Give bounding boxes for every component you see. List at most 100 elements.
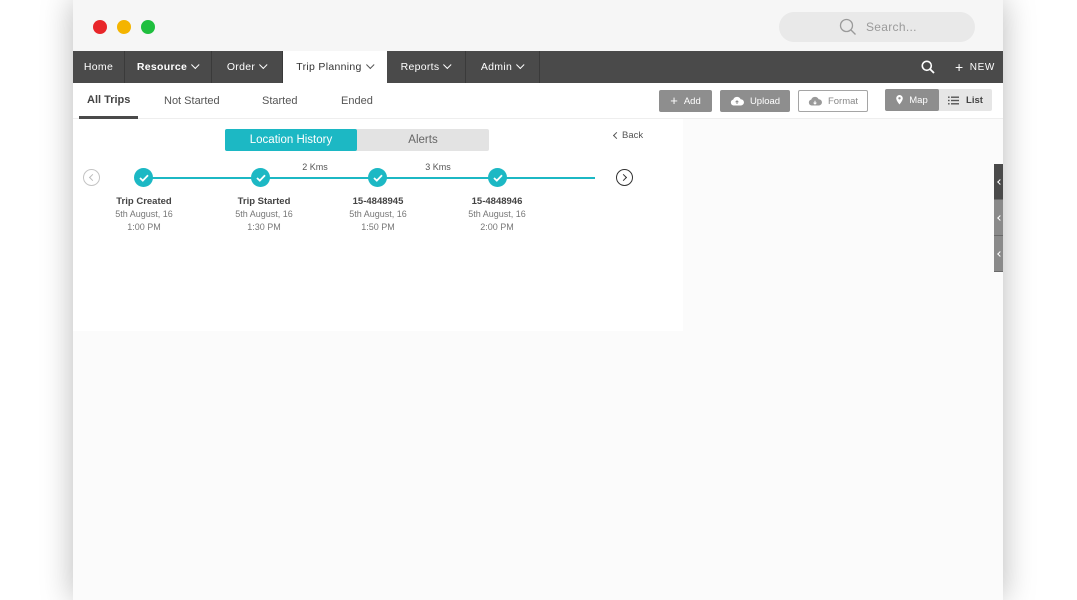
stop-date: 5th August, 16 (468, 209, 526, 219)
upload-button[interactable]: Upload (720, 90, 790, 112)
chevron-left-icon (612, 131, 621, 140)
map-view-button[interactable]: Map (885, 89, 939, 111)
nav-admin-label: Admin (480, 61, 513, 73)
nav-order[interactable]: Order (212, 51, 283, 83)
tab-not-started[interactable]: Not Started (164, 83, 220, 119)
timeline-node[interactable] (251, 168, 270, 187)
plus-icon: + (955, 59, 964, 75)
new-button-label: NEW (969, 61, 995, 73)
chevron-down-icon (443, 60, 452, 70)
nav-search-button[interactable] (921, 60, 935, 79)
timeline-node[interactable] (368, 168, 387, 187)
trip-detail-panel: Location History Alerts Back 2 Kms 3 Kms… (73, 119, 683, 331)
timeline-stop: Trip Started 5th August, 16 1:30 PM (209, 196, 319, 234)
stop-date: 5th August, 16 (235, 209, 293, 219)
global-search-input[interactable]: Search... (779, 12, 975, 42)
segment-distance: 2 Kms (302, 162, 328, 172)
timeline-prev-button[interactable] (83, 169, 100, 186)
check-icon (138, 174, 149, 182)
back-label: Back (622, 130, 644, 141)
check-icon (492, 174, 503, 182)
cloud-upload-icon (730, 96, 744, 106)
map-view-label: Map (909, 94, 928, 106)
stop-time: 1:30 PM (247, 222, 281, 232)
stop-title: 15-4848946 (471, 196, 523, 207)
add-button[interactable]: + Add (659, 90, 712, 112)
panel-segment-control: Location History Alerts (225, 129, 489, 151)
maximize-window-button[interactable] (141, 20, 155, 34)
tab-label: Not Started (164, 95, 220, 107)
stop-title: 15-4848945 (352, 196, 404, 207)
stop-time: 1:50 PM (361, 222, 395, 232)
chevron-left-icon (996, 250, 1003, 257)
app-window: Search... Home Resource Order Trip Plann… (73, 0, 1003, 600)
timeline-stop: Trip Created 5th August, 16 1:00 PM (89, 196, 199, 234)
timeline-stop: 15-4848945 5th August, 16 1:50 PM (323, 196, 433, 234)
main-content: Location History Alerts Back 2 Kms 3 Kms… (73, 119, 1003, 600)
list-view-button[interactable]: List (939, 89, 992, 111)
nav-resource-label: Resource (136, 61, 188, 73)
search-placeholder: Search... (866, 20, 917, 34)
list-icon (948, 96, 960, 105)
check-icon (255, 174, 266, 182)
chevron-down-icon (191, 60, 200, 70)
format-button[interactable]: Format (798, 90, 868, 112)
plus-icon: + (670, 93, 678, 108)
stop-date: 5th August, 16 (349, 209, 407, 219)
format-button-label: Format (827, 95, 859, 107)
nav-order-label: Order (226, 61, 256, 73)
tab-ended[interactable]: Ended (341, 83, 373, 119)
map-pin-icon (896, 95, 904, 105)
stop-date: 5th August, 16 (115, 209, 173, 219)
back-link[interactable]: Back (612, 130, 644, 141)
chevron-down-icon (365, 60, 375, 70)
timeline-node[interactable] (488, 168, 507, 187)
cloud-download-icon (808, 96, 822, 106)
tab-location-history[interactable]: Location History (225, 129, 357, 151)
segment-label: Alerts (408, 134, 438, 146)
nav-home[interactable]: Home (73, 51, 125, 83)
tab-started[interactable]: Started (262, 83, 297, 119)
side-panel-handles (994, 164, 1003, 272)
nav-trip-planning-label: Trip Planning (296, 61, 362, 73)
nav-trip-planning[interactable]: Trip Planning (283, 51, 387, 83)
stop-title: Trip Started (237, 196, 291, 207)
segment-label: Location History (249, 134, 333, 146)
nav-reports[interactable]: Reports (387, 51, 466, 83)
segment-distance: 3 Kms (425, 162, 451, 172)
upload-button-label: Upload (749, 95, 781, 107)
search-icon (839, 18, 856, 35)
tab-label: Started (262, 95, 298, 107)
stop-title: Trip Created (116, 196, 172, 207)
nav-admin[interactable]: Admin (466, 51, 540, 83)
list-view-label: List (966, 94, 983, 106)
timeline-next-button[interactable] (616, 169, 633, 186)
timeline-stop: 15-4848946 5th August, 16 2:00 PM (442, 196, 552, 234)
tab-all-trips[interactable]: All Trips (79, 83, 139, 119)
nav-reports-label: Reports (400, 61, 440, 73)
search-icon (921, 60, 935, 74)
minimize-window-button[interactable] (117, 20, 131, 34)
tab-label: All Trips (87, 93, 131, 106)
nav-resource[interactable]: Resource (125, 51, 212, 83)
side-panel-toggle[interactable] (994, 164, 1003, 200)
new-button[interactable]: + NEW (955, 51, 995, 83)
chevron-left-icon (88, 173, 97, 182)
chevron-left-icon (996, 214, 1003, 221)
chevron-right-icon (619, 173, 628, 182)
check-icon (372, 174, 383, 182)
trip-filter-bar: All Trips Not Started Started Ended + Ad… (73, 83, 1003, 119)
tab-alerts[interactable]: Alerts (357, 129, 489, 151)
chevron-down-icon (259, 60, 268, 70)
stop-time: 1:00 PM (127, 222, 161, 232)
nav-home-label: Home (83, 61, 114, 73)
chevron-left-icon (996, 178, 1003, 185)
side-panel-toggle[interactable] (994, 200, 1003, 236)
window-titlebar: Search... (73, 0, 1003, 51)
stop-time: 2:00 PM (480, 222, 514, 232)
side-panel-toggle[interactable] (994, 236, 1003, 272)
close-window-button[interactable] (93, 20, 107, 34)
timeline-node[interactable] (134, 168, 153, 187)
tab-label: Ended (341, 95, 373, 107)
chevron-down-icon (516, 60, 525, 70)
